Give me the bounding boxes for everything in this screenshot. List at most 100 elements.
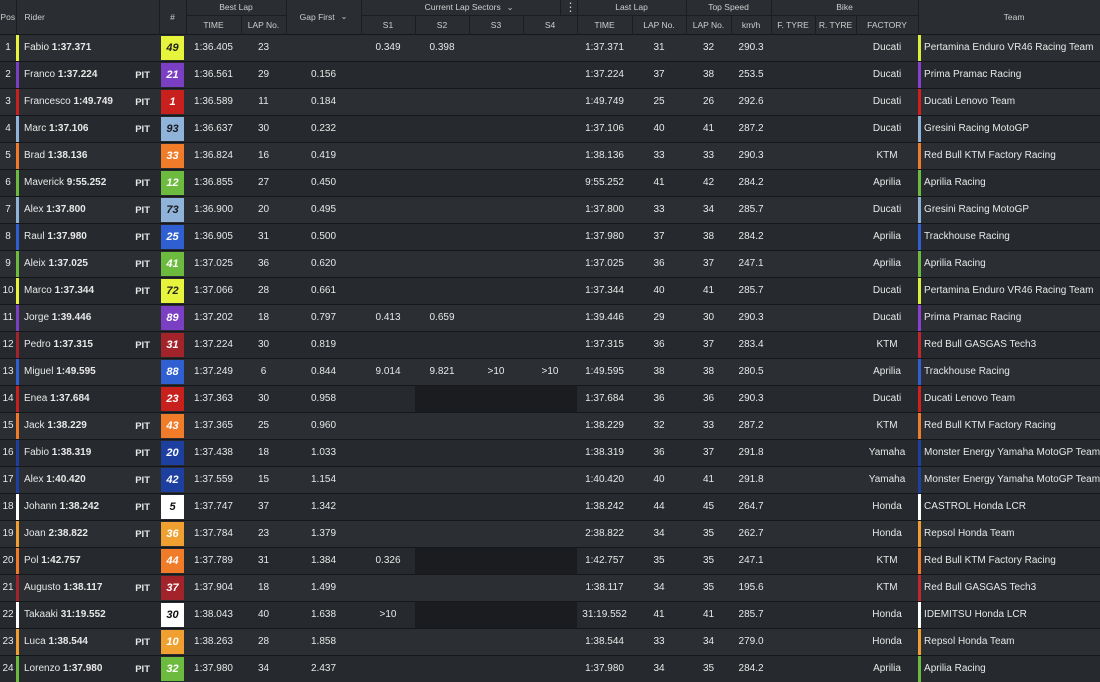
table-row[interactable]: 24 Lorenzo 1:37.980 PIT 32 1:37.980 34 2.437 1:… [0,654,1100,682]
table-row[interactable]: 16 Fabio 1:38.319 PIT 20 1:37.438 18 1.033 1:38… [0,438,1100,466]
rider-number-badge: 25 [161,224,184,249]
cell-factory: Ducati [856,33,919,61]
cell-rider[interactable]: Miguel 1:49.595 [16,357,159,385]
table-row[interactable]: 6 Maverick 9:55.252 PIT 12 1:36.855 27 0.450 9:… [0,168,1100,196]
team-name: Aprilia Racing [924,663,986,674]
cell-best-time: 1:37.747 [186,492,241,520]
header-last-lap-no[interactable]: LAP No. [632,14,687,34]
header-number[interactable]: # [159,0,187,34]
pit-badge: PIT [135,96,150,108]
table-row[interactable]: 10 Marco 1:37.344 PIT 72 1:37.066 28 0.661 1:37… [0,276,1100,304]
cell-s4 [523,249,578,277]
table-row[interactable]: 20 Pol 1:42.757 44 1:37.789 31 1.384 0.326 1:42… [0,546,1100,574]
header-bike[interactable]: Bike [771,0,919,15]
cell-rider[interactable]: Enea 1:37.684 [16,384,159,412]
cell-rider[interactable]: Jorge 1:39.446 [16,303,159,331]
cell-best-lap-no: 37 [241,492,286,520]
cell-rider[interactable]: Augusto 1:38.117 PIT [16,573,159,601]
cell-rider[interactable]: Fabio 1:37.371 [16,33,159,61]
header-team[interactable]: Team [918,0,1100,34]
header-top-speed[interactable]: Top Speed [686,0,772,15]
header-f-tyre[interactable]: F. TYRE [771,14,816,34]
table-row[interactable]: 1 Fabio 1:37.371 49 1:36.405 23 0.349 0.398 1:3… [0,33,1100,61]
cell-rider[interactable]: Pol 1:42.757 [16,546,159,574]
current-lap-sectors-dropdown[interactable]: Current Lap Sectors ⌄ ⋮ [361,0,578,15]
cell-rider[interactable]: Joan 2:38.822 PIT [16,519,159,547]
cell-factory: KTM [856,573,919,601]
header-best-time[interactable]: TIME [186,14,242,34]
cell-s4 [523,276,578,304]
table-row[interactable]: 12 Pedro 1:37.315 PIT 31 1:37.224 30 0.819 1:37… [0,330,1100,358]
cell-r-tyre [815,654,857,682]
table-row[interactable]: 5 Brad 1:38.136 33 1:36.824 16 0.419 1:38.136 3… [0,141,1100,169]
cell-rider[interactable]: Franco 1:37.224 PIT [16,60,159,88]
table-row[interactable]: 15 Jack 1:38.229 PIT 43 1:37.365 25 0.960 1:38.… [0,411,1100,439]
cell-team: Prima Pramac Racing [918,60,1100,88]
cell-rider[interactable]: Marc 1:37.106 PIT [16,114,159,142]
cell-s1 [361,249,415,277]
cell-kmh: 290.3 [731,384,772,412]
table-row[interactable]: 8 Raul 1:37.980 PIT 25 1:36.905 31 0.500 1:37.9… [0,222,1100,250]
cell-number: 36 [159,519,186,547]
cell-s4 [523,519,578,547]
pit-badge: PIT [135,69,150,81]
cell-gap-first: 0.500 [286,222,361,250]
header-kmh[interactable]: km/h [731,14,772,34]
cell-rider[interactable]: Maverick 9:55.252 PIT [16,168,159,196]
cell-team: Repsol Honda Team [918,519,1100,547]
cell-s1 [361,168,415,196]
header-s1[interactable]: S1 [361,14,416,34]
header-last-lap[interactable]: Last Lap [577,0,687,15]
header-pos[interactable]: Pos [0,0,17,34]
cell-team: Pertamina Enduro VR46 Racing Team [918,33,1100,61]
table-row[interactable]: 18 Johann 1:38.242 PIT 5 1:37.747 37 1.342 1:38… [0,492,1100,520]
header-best-lap[interactable]: Best Lap [186,0,287,15]
team-color-strip [918,575,922,601]
cell-rider[interactable]: Luca 1:38.544 PIT [16,627,159,655]
header-rider[interactable]: Rider [16,0,160,34]
cell-rider[interactable]: Takaaki 31:19.552 [16,600,159,628]
table-row[interactable]: 21 Augusto 1:38.117 PIT 37 1:37.904 18 1.499 1:… [0,573,1100,601]
header-s3[interactable]: S3 [469,14,524,34]
cell-best-time: 1:36.824 [186,141,241,169]
header-last-time[interactable]: TIME [577,14,633,34]
table-row[interactable]: 9 Aleix 1:37.025 PIT 41 1:37.025 36 0.620 1:37.… [0,249,1100,277]
more-vertical-icon[interactable]: ⋮ [559,0,576,15]
cell-pos: 8 [0,222,16,250]
cell-rider[interactable]: Aleix 1:37.025 PIT [16,249,159,277]
cell-rider[interactable]: Fabio 1:38.319 PIT [16,438,159,466]
cell-rider[interactable]: Lorenzo 1:37.980 PIT [16,654,159,682]
table-row[interactable]: 4 Marc 1:37.106 PIT 93 1:36.637 30 0.232 1:37.1… [0,114,1100,142]
table-row[interactable]: 7 Alex 1:37.800 PIT 73 1:36.900 20 0.495 1:37.8… [0,195,1100,223]
cell-rider[interactable]: Brad 1:38.136 [16,141,159,169]
rider-number-badge: 1 [161,89,184,114]
cell-rider[interactable]: Raul 1:37.980 PIT [16,222,159,250]
table-row[interactable]: 19 Joan 2:38.822 PIT 36 1:37.784 23 1.379 2:38.… [0,519,1100,547]
header-s2[interactable]: S2 [415,14,470,34]
header-ts-lap-no[interactable]: LAP No. [686,14,732,34]
table-row[interactable]: 22 Takaaki 31:19.552 30 1:38.043 40 1.638 >10 3… [0,600,1100,628]
cell-rider[interactable]: Jack 1:38.229 PIT [16,411,159,439]
header-best-lap-no[interactable]: LAP No. [241,14,287,34]
table-row[interactable]: 11 Jorge 1:39.446 89 1:37.202 18 0.797 0.413 0.… [0,303,1100,331]
cell-team: Gresini Racing MotoGP [918,114,1100,142]
cell-s1 [361,654,415,682]
header-r-tyre[interactable]: R. TYRE [815,14,857,34]
cell-rider[interactable]: Marco 1:37.344 PIT [16,276,159,304]
cell-rider[interactable]: Francesco 1:49.749 PIT [16,87,159,115]
table-row[interactable]: 13 Miguel 1:49.595 88 1:37.249 6 0.844 9.014 9.… [0,357,1100,385]
table-row[interactable]: 23 Luca 1:38.544 PIT 10 1:38.263 28 1.858 1:38.… [0,627,1100,655]
table-row[interactable]: 17 Alex 1:40.420 PIT 42 1:37.559 15 1.154 1:40.… [0,465,1100,493]
header-s4[interactable]: S4 [523,14,578,34]
cell-rider[interactable]: Alex 1:37.800 PIT [16,195,159,223]
table-row[interactable]: 14 Enea 1:37.684 23 1:37.363 30 0.958 1:37.684… [0,384,1100,412]
header-factory[interactable]: FACTORY [856,14,919,34]
cell-s4 [523,384,578,412]
table-row[interactable]: 3 Francesco 1:49.749 PIT 1 1:36.589 11 0.184 1:… [0,87,1100,115]
cell-s3 [469,438,523,466]
gap-first-dropdown[interactable]: Gap First ⌄ [286,0,362,34]
table-row[interactable]: 2 Franco 1:37.224 PIT 21 1:36.561 29 0.156 1:37… [0,60,1100,88]
cell-rider[interactable]: Alex 1:40.420 PIT [16,465,159,493]
cell-rider[interactable]: Johann 1:38.242 PIT [16,492,159,520]
cell-rider[interactable]: Pedro 1:37.315 PIT [16,330,159,358]
